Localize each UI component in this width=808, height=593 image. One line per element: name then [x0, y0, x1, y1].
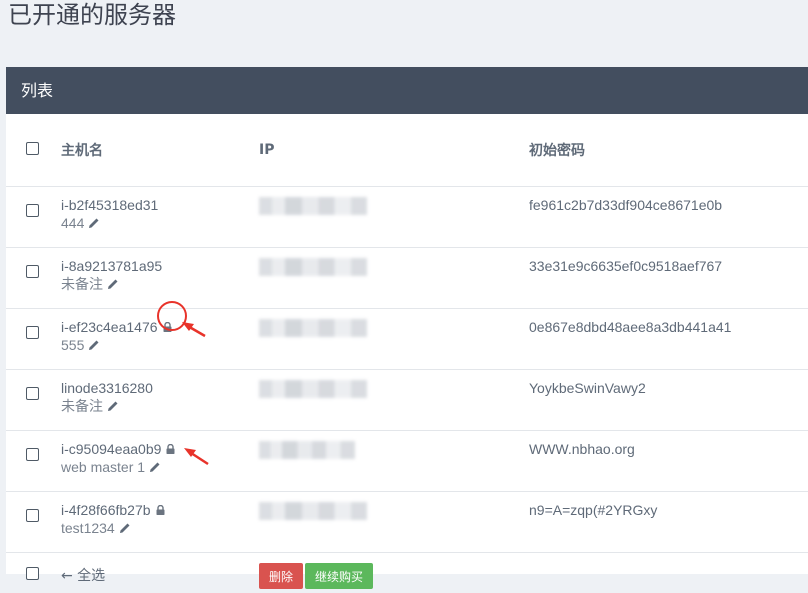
- initial-password: fe961c2b7d33df904ce8671e0b: [529, 197, 808, 214]
- row-checkbox[interactable]: [26, 326, 39, 339]
- page-title: 已开通的服务器: [8, 0, 176, 30]
- lock-icon: [166, 444, 175, 454]
- hostname: i-4f28f66fb27b: [61, 502, 151, 518]
- row-checkbox[interactable]: [26, 387, 39, 400]
- ip-address-redacted: [259, 258, 367, 276]
- ip-address-redacted: [259, 319, 367, 337]
- pencil-icon[interactable]: [88, 339, 100, 351]
- pencil-icon[interactable]: [149, 461, 161, 473]
- hostname: i-b2f45318ed31: [61, 197, 259, 214]
- remark: test1234: [61, 520, 115, 536]
- ip-address-redacted: [259, 502, 367, 520]
- initial-password: 0e867e8dbd48aee8a3db441a41: [529, 319, 808, 336]
- row-checkbox[interactable]: [26, 448, 39, 461]
- initial-password: 33e31e9c6635ef0c9518aef767: [529, 258, 808, 275]
- column-header-hostname: 主机名: [61, 114, 259, 187]
- server-table: 主机名 IP 初始密码 i-b2f45318ed31 444 fe961c2b7…: [6, 114, 808, 593]
- renew-purchase-button[interactable]: 继续购买: [305, 563, 373, 589]
- table-row: linode3316280 未备注 YoykbeSwinVawy2: [6, 370, 808, 431]
- table-row: i-4f28f66fb27b test1234 n9=A=zqp(#2YRGxy: [6, 492, 808, 553]
- table-footer-row: ← 全选 删除继续购买: [6, 553, 808, 593]
- lock-icon: [156, 505, 165, 515]
- pencil-icon[interactable]: [107, 400, 119, 412]
- remark: 555: [61, 337, 84, 353]
- table-row: i-ef23c4ea1476 555 0e867e8dbd48aee8a3db4…: [6, 309, 808, 370]
- delete-button[interactable]: 删除: [259, 563, 303, 589]
- hostname: i-ef23c4ea1476: [61, 319, 158, 335]
- pencil-icon[interactable]: [119, 522, 131, 534]
- initial-password: YoykbeSwinVawy2: [529, 380, 808, 397]
- row-checkbox[interactable]: [26, 204, 39, 217]
- hostname: i-c95094eaa0b9: [61, 441, 161, 457]
- lock-icon: [163, 322, 172, 332]
- row-checkbox[interactable]: [26, 265, 39, 278]
- remark: 444: [61, 215, 84, 231]
- table-row: i-b2f45318ed31 444 fe961c2b7d33df904ce86…: [6, 187, 808, 248]
- ip-address-redacted: [259, 441, 355, 459]
- remark: 未备注: [61, 398, 103, 414]
- table-row: i-c95094eaa0b9 web master 1 WWW.nbhao.or…: [6, 431, 808, 492]
- ip-address-redacted: [259, 380, 367, 398]
- ip-address-redacted: [259, 197, 367, 215]
- hostname: i-8a9213781a95: [61, 258, 259, 275]
- remark: web master 1: [61, 459, 145, 475]
- remark: 未备注: [61, 276, 103, 292]
- table-header-row: 主机名 IP 初始密码: [6, 114, 808, 187]
- row-checkbox[interactable]: [26, 509, 39, 522]
- pencil-icon[interactable]: [107, 278, 119, 290]
- panel-title: 列表: [6, 67, 808, 114]
- initial-password: WWW.nbhao.org: [529, 441, 808, 458]
- initial-password: n9=A=zqp(#2YRGxy: [529, 502, 808, 519]
- hostname: linode3316280: [61, 380, 259, 397]
- table-row: i-8a9213781a95 未备注 33e31e9c6635ef0c9518a…: [6, 248, 808, 309]
- column-header-ip: IP: [259, 114, 529, 187]
- select-all-header-checkbox[interactable]: [26, 142, 39, 155]
- column-header-password: 初始密码: [529, 114, 808, 187]
- server-list-panel: 列表 主机名 IP 初始密码 i-b2f45318ed31 444 fe961c…: [6, 67, 808, 574]
- pencil-icon[interactable]: [88, 217, 100, 229]
- select-all-link[interactable]: ← 全选: [61, 565, 105, 585]
